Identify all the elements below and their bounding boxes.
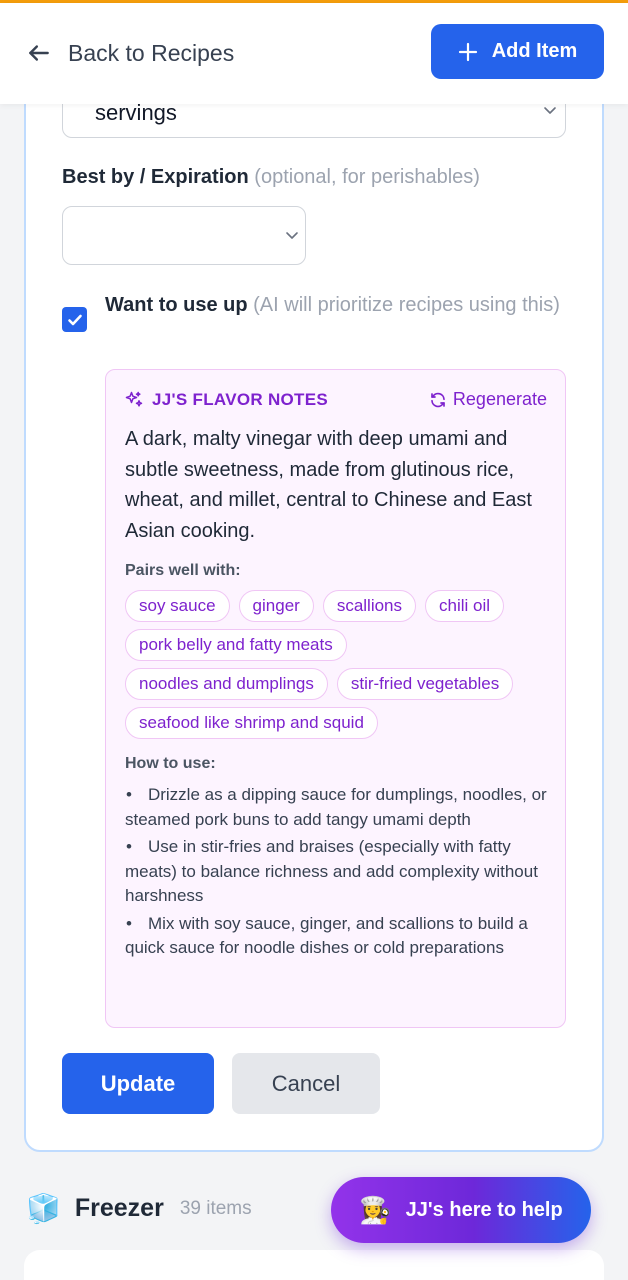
howto-item: Use in stir-fries and braises (especiall…	[125, 835, 555, 909]
howto-item: Drizzle as a dipping sauce for dumplings…	[125, 783, 555, 832]
expiration-hint: (optional, for perishables)	[254, 166, 480, 188]
pair-tag: scallions	[322, 590, 417, 622]
want-to-use-up-checkbox[interactable]	[62, 307, 87, 332]
pairs-heading: Pairs well with:	[125, 562, 241, 579]
update-button[interactable]: Update	[62, 1053, 214, 1114]
back-label: Back to Recipes	[68, 39, 235, 66]
expiration-label: Best by / Expiration (optional, for peri…	[62, 166, 480, 189]
assistant-help-button[interactable]: 👩‍🍳 JJ's here to help	[331, 1177, 591, 1243]
freezer-title: Freezer	[74, 1194, 164, 1222]
arrow-left-icon	[29, 45, 49, 61]
want-label-text: Want to use up	[105, 294, 248, 316]
freezer-list-card	[24, 1250, 604, 1280]
freezer-count: 39 items	[179, 1197, 252, 1219]
want-hint: (AI will prioritize recipes using this)	[253, 294, 560, 316]
flavor-description: A dark, malty vinegar with deep umami an…	[125, 428, 532, 542]
chevron-down-icon	[544, 107, 556, 114]
regenerate-label: Regenerate	[452, 389, 547, 409]
howto-heading: How to use:	[125, 755, 216, 772]
pair-tag: pork belly and fatty meats	[125, 629, 347, 661]
pair-tag: soy sauce	[125, 590, 230, 622]
want-to-use-up-label[interactable]: Want to use up (AI will prioritize recip…	[105, 290, 565, 320]
howto-list: Drizzle as a dipping sauce for dumplings…	[125, 783, 555, 964]
pair-tag: seafood like shrimp and squid	[125, 707, 378, 739]
pairs-tags: soy sauce ginger scallions chili oil por…	[125, 590, 555, 746]
howto-item: Mix with soy sauce, ginger, and scallion…	[125, 912, 555, 961]
pair-tag: ginger	[238, 590, 314, 622]
checkmark-icon	[67, 314, 82, 325]
sparkles-icon	[125, 391, 143, 407]
regenerate-button[interactable]: Regenerate	[429, 389, 547, 410]
pair-tag: stir-fried vegetables	[336, 668, 514, 700]
back-to-recipes-link[interactable]: Back to Recipes	[26, 33, 234, 73]
ice-cube-icon: 🧊	[26, 1193, 61, 1224]
chef-icon: 👩‍🍳	[359, 1194, 392, 1225]
app-header: Back to Recipes Add Item	[0, 3, 628, 104]
flavor-notes-title: JJ'S FLAVOR NOTES	[124, 390, 328, 410]
add-item-label: Add Item	[491, 40, 578, 62]
freezer-section-header[interactable]: 🧊 Freezer 39 items	[26, 1192, 252, 1225]
help-label: JJ's here to help	[405, 1198, 563, 1221]
expiration-label-text: Best by / Expiration	[62, 166, 249, 188]
flavor-notes-panel: JJ'S FLAVOR NOTES Regenerate A dark, mal…	[105, 369, 566, 1028]
pair-tag: chili oil	[425, 590, 505, 622]
expiration-select[interactable]	[62, 206, 306, 265]
cancel-button[interactable]: Cancel	[232, 1053, 380, 1114]
pair-tag: noodles and dumplings	[125, 668, 328, 700]
add-item-button[interactable]: Add Item	[431, 24, 604, 79]
flavor-title-text: JJ'S FLAVOR NOTES	[152, 390, 329, 409]
refresh-icon	[431, 392, 445, 407]
plus-icon	[458, 42, 477, 61]
chevron-down-icon	[286, 232, 298, 239]
